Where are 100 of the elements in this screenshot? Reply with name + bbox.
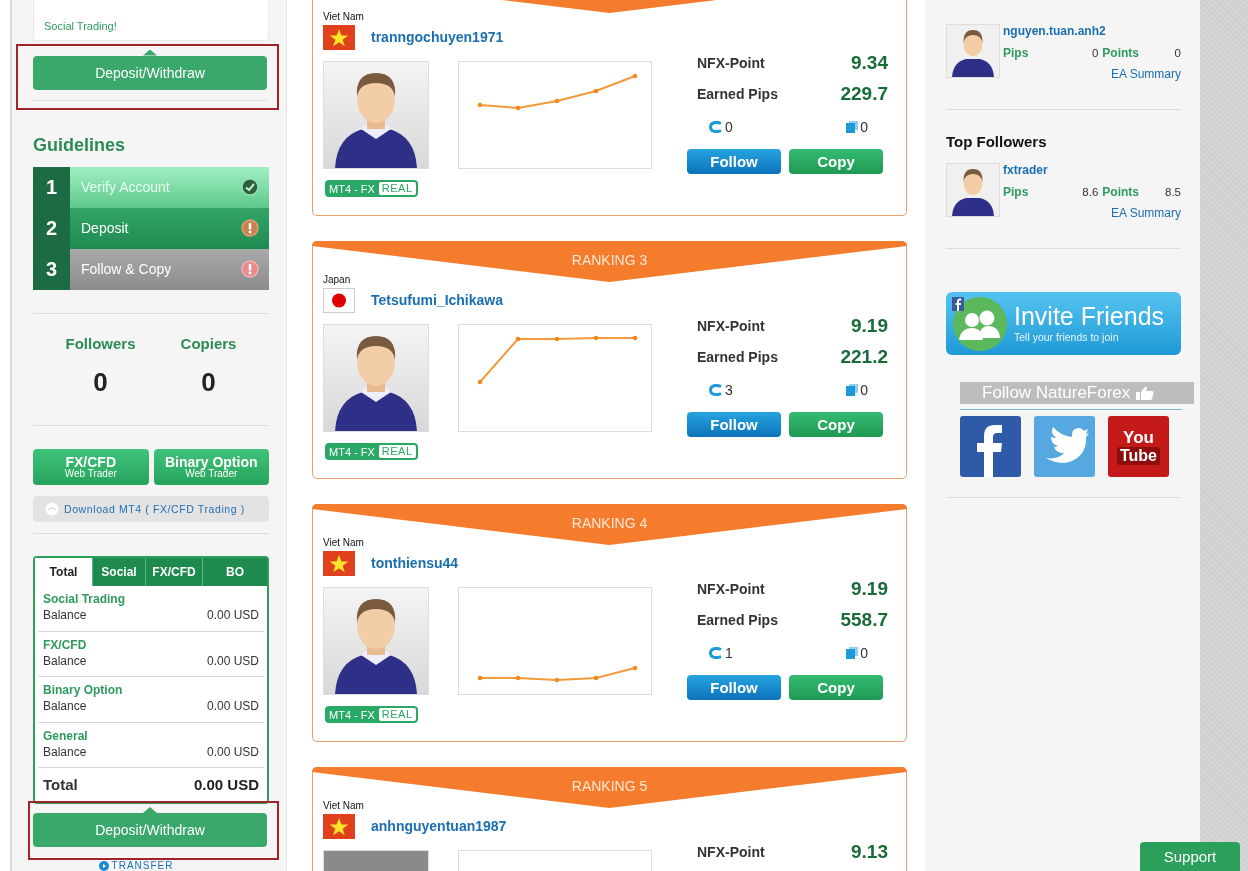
warning-icon: [241, 219, 259, 238]
ea-summary-link[interactable]: EA Summary: [1110, 67, 1181, 81]
youtube-logo[interactable]: You Tube: [1108, 416, 1169, 477]
deposit-withdraw-button[interactable]: Deposit/Withdraw: [33, 813, 267, 847]
balance-amount: 0.00 USD: [206, 652, 259, 670]
pointer-notch: [143, 807, 157, 813]
trader-name[interactable]: fxtrader: [1003, 163, 1181, 177]
points-label: Points: [1102, 46, 1139, 60]
trader-name[interactable]: nguyen.tuan.anh2: [1003, 24, 1181, 38]
trader-name[interactable]: tranngochuyen1971: [371, 29, 504, 45]
account-type: MT4 - FX: [329, 445, 375, 458]
copy-icon: [846, 121, 859, 133]
stat-label: Earned Pips: [697, 85, 778, 102]
copy-button[interactable]: Copy: [789, 149, 883, 174]
follow-icon: [709, 384, 723, 396]
account-title: General: [43, 727, 89, 744]
trader-name[interactable]: tonthiensu44: [371, 555, 459, 571]
avatar-silhouette: [946, 24, 1000, 78]
balance-tab[interactable]: Total: [35, 558, 92, 586]
follow-icon: [709, 647, 723, 659]
circle-icon: [45, 501, 59, 516]
trader-name[interactable]: anhnguyentuan1987: [371, 818, 507, 834]
deposit-withdraw-button[interactable]: Deposit/Withdraw: [33, 55, 267, 90]
copy-icon: [846, 647, 859, 659]
stat-label: NFX-Point: [697, 580, 765, 597]
follow-button[interactable]: Follow: [687, 412, 781, 437]
stat-label: NFX-Point: [697, 843, 765, 860]
follow-button[interactable]: Follow: [687, 149, 781, 174]
guideline-step[interactable]: 2 Deposit: [33, 207, 269, 249]
flag-icon: [323, 813, 355, 839]
pips-label: Pips: [1003, 185, 1029, 199]
stat-label: Copiers: [180, 334, 237, 353]
balance-label: Balance: [43, 607, 87, 624]
stat-value: 0: [201, 365, 216, 398]
country-label: Viet Nam: [323, 11, 365, 23]
download-link[interactable]: Download MT4 ( FX/CFD Trading ): [33, 495, 269, 522]
follow-banner-text: Follow NatureForex: [982, 383, 1131, 403]
section-title: Top Followers: [946, 132, 1048, 152]
copy-button[interactable]: Copy: [789, 412, 883, 437]
total-amount: 0.00 USD: [193, 776, 259, 793]
balance-label: Balance: [43, 652, 87, 670]
trader-name[interactable]: Tetsufumi_Ichikawa: [371, 292, 503, 308]
account-mode: REAL: [378, 708, 416, 721]
web-trader-button[interactable]: Binary Option Web Trader: [153, 448, 269, 485]
points-value: 0: [1173, 46, 1181, 60]
transfer-link[interactable]: TRANSFER: [3, 860, 269, 871]
ea-summary-link[interactable]: EA Summary: [1110, 206, 1181, 220]
account-type: MT4 - FX: [329, 708, 375, 721]
stat-value: 229.7: [840, 82, 888, 105]
support-button[interactable]: Support: [1140, 842, 1240, 871]
balance-label: Balance: [43, 698, 87, 715]
copy-button[interactable]: Copy: [789, 675, 883, 700]
follower-count: 3: [725, 382, 733, 398]
follow-button[interactable]: Follow: [687, 675, 781, 700]
country-label: Viet Nam: [323, 537, 365, 549]
country-label: Viet Nam: [323, 800, 365, 812]
points-value: 8.5: [1164, 185, 1181, 199]
copier-count: 0: [860, 119, 868, 135]
account-title: Binary Option: [43, 682, 124, 698]
total-label: Total: [43, 776, 78, 793]
account-type: MT4 - FX: [329, 182, 375, 195]
web-trader-button[interactable]: FX/CFD Web Trader: [33, 448, 149, 485]
check-icon: [241, 178, 259, 197]
invite-title: Invite Friends: [1014, 304, 1165, 330]
invite-friends-banner[interactable]: Invite Friends Tell your friends to join: [946, 292, 1181, 355]
guidelines-title: Guidelines: [33, 133, 127, 156]
facebook-icon: [952, 297, 964, 311]
stat-label: Earned Pips: [697, 348, 778, 365]
follower-count: 1: [725, 645, 733, 661]
facebook-icon[interactable]: [960, 416, 1021, 477]
intro-text: Social Trading!: [44, 20, 117, 32]
guideline-step[interactable]: 1 Verify Account: [33, 166, 269, 208]
points-label: Points: [1102, 185, 1139, 199]
balance-label: Balance: [43, 743, 87, 761]
flag-icon: [323, 24, 355, 50]
thumbs-up-icon: [1136, 386, 1155, 400]
copier-count: 0: [860, 382, 868, 398]
twitter-icon[interactable]: [1034, 416, 1095, 477]
pips-value: 0: [1090, 46, 1099, 60]
invite-subtitle: Tell your friends to join: [1014, 332, 1120, 343]
stat-value: 9.13: [851, 840, 888, 863]
account-title: FX/CFD: [43, 636, 88, 653]
people-icon: [952, 295, 1008, 352]
copier-count: 0: [860, 645, 868, 661]
account-title: Social Trading: [43, 591, 127, 607]
flag-icon: [323, 550, 355, 576]
stat-label: NFX-Point: [697, 54, 765, 71]
stat-label: NFX-Point: [697, 317, 765, 334]
stat-value: 221.2: [840, 345, 888, 368]
balance-amount: 0.00 USD: [206, 607, 259, 624]
pips-value: 8.6: [1081, 185, 1099, 199]
guideline-step[interactable]: 3 Follow & Copy: [33, 248, 269, 290]
balance-amount: 0.00 USD: [206, 698, 259, 715]
country-label: Japan: [323, 274, 352, 286]
stat-label: Earned Pips: [697, 611, 778, 628]
stat-value: 9.34: [851, 51, 888, 74]
pointer-notch: [143, 49, 157, 56]
avatar-silhouette: [946, 163, 1000, 217]
account-mode: REAL: [378, 182, 416, 195]
stat-value: 9.19: [851, 314, 888, 337]
